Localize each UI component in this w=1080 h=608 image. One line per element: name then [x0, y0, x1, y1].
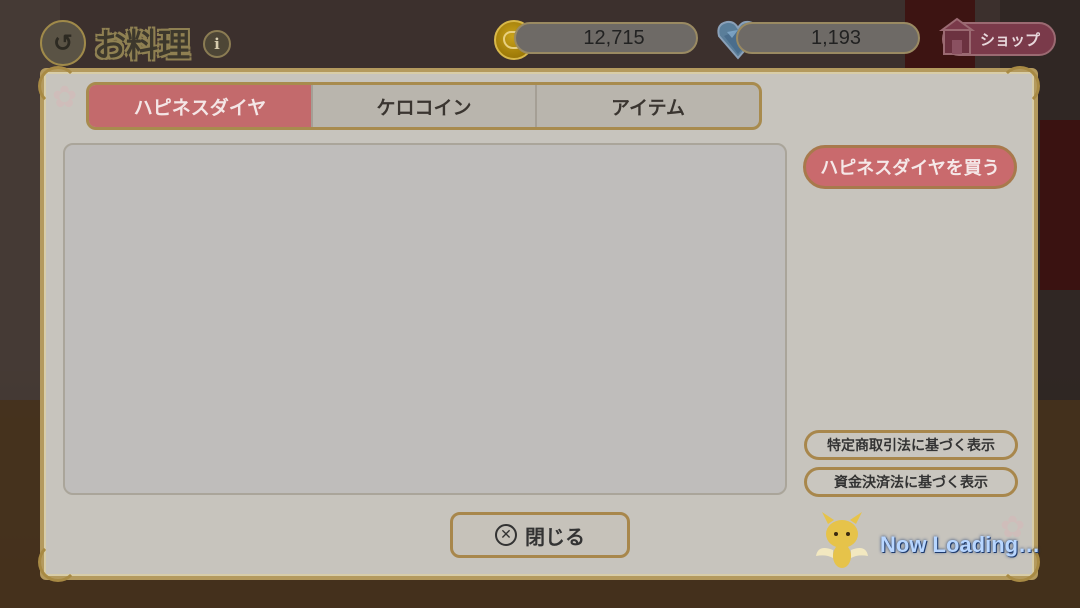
tab-bar: ハピネスダイヤ ケロコイン アイテム	[86, 82, 762, 130]
back-arrow-icon: ↺	[52, 29, 74, 57]
close-button[interactable]: ✕ 閉じる	[450, 512, 630, 558]
tab-happiness-diamond[interactable]: ハピネスダイヤ	[89, 85, 313, 127]
shop-button-label: ショップ	[979, 30, 1040, 49]
commercial-transactions-act-button[interactable]: 特定商取引法に基づく表示	[804, 430, 1018, 460]
close-button-label: 閉じる	[525, 524, 585, 549]
buy-happiness-diamond-button[interactable]: ハピネスダイヤを買う	[803, 145, 1017, 189]
screen-title: お料理	[94, 26, 191, 64]
shop-icon	[938, 17, 976, 55]
payment-services-act-button[interactable]: 資金決済法に基づく表示	[804, 467, 1018, 497]
coin-balance: 12,715	[514, 22, 698, 54]
tab-item[interactable]: アイテム	[537, 85, 759, 127]
frame-corner-ornament	[38, 542, 78, 582]
tab-kero-coin[interactable]: ケロコイン	[313, 85, 537, 127]
info-icon[interactable]: i	[203, 30, 231, 58]
mascot-character-icon	[816, 512, 868, 568]
gem-balance: 1,193	[736, 22, 920, 54]
sakura-decoration-icon: ✿	[52, 80, 78, 115]
product-list-area	[63, 143, 787, 495]
close-icon: ✕	[495, 524, 517, 546]
back-button[interactable]: ↺	[40, 20, 86, 66]
frame-corner-ornament	[1000, 66, 1040, 106]
loading-indicator: Now Loading…	[880, 532, 1041, 557]
